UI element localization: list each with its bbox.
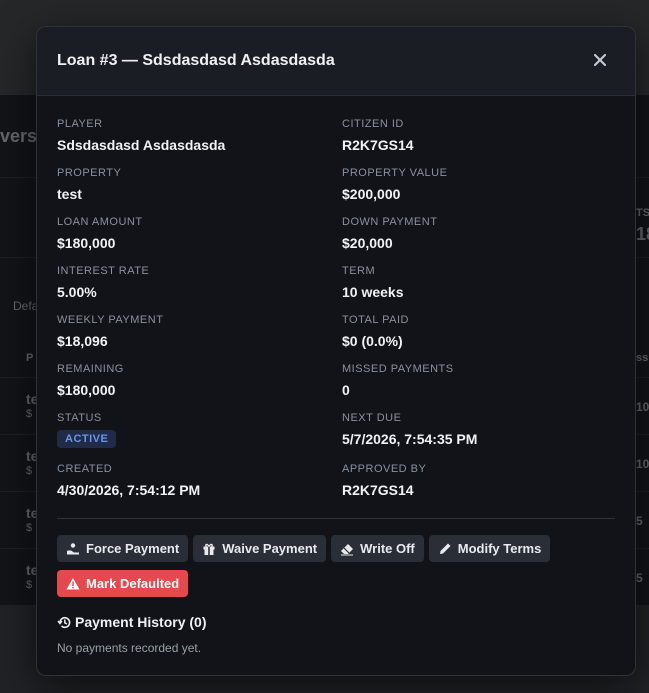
payment-history-title: Payment History (0)	[75, 614, 207, 630]
field-citizen-id: CITIZEN ID R2K7GS14	[342, 117, 617, 166]
write-off-button[interactable]: Write Off	[331, 535, 424, 562]
field-status: STATUS ACTIVE	[57, 411, 342, 462]
field-weekly-payment: WEEKLY PAYMENT $18,096	[57, 313, 342, 362]
divider	[57, 518, 615, 519]
field-value: test	[57, 186, 82, 202]
loan-actions: Force Payment Waive Payment Write Off Mo…	[57, 535, 617, 605]
hand-coin-icon	[67, 542, 79, 554]
warning-icon	[66, 577, 80, 589]
field-label: PLAYER	[57, 118, 103, 130]
field-created: CREATED 4/30/2026, 7:54:12 PM	[57, 462, 342, 511]
gift-icon	[203, 543, 215, 555]
button-label: Modify Terms	[457, 541, 542, 556]
field-label: TOTAL PAID	[342, 314, 409, 326]
loan-details-modal: Loan #3 — Sdsdasdasd Asdasdasda PLAYER S…	[36, 26, 636, 676]
field-label: NEXT DUE	[342, 412, 402, 424]
field-label: REMAINING	[57, 363, 124, 375]
field-label: INTEREST RATE	[57, 265, 150, 277]
field-label: PROPERTY	[57, 167, 122, 179]
field-label: LOAN AMOUNT	[57, 216, 143, 228]
field-value: R2K7GS14	[342, 137, 414, 153]
button-label: Mark Defaulted	[86, 576, 180, 591]
mark-defaulted-button[interactable]: Mark Defaulted	[57, 570, 189, 597]
modify-terms-button[interactable]: Modify Terms	[428, 535, 551, 562]
field-next-due: NEXT DUE 5/7/2026, 7:54:35 PM	[342, 411, 617, 462]
field-label: PROPERTY VALUE	[342, 167, 448, 179]
field-label: CREATED	[57, 463, 113, 475]
field-value: 4/30/2026, 7:54:12 PM	[57, 482, 201, 498]
field-remaining: REMAINING $180,000	[57, 362, 342, 411]
field-property: PROPERTY test	[57, 166, 342, 215]
field-approved-by: APPROVED BY R2K7GS14	[342, 462, 617, 511]
field-value: R2K7GS14	[342, 482, 414, 498]
field-label: STATUS	[57, 412, 102, 424]
payment-history-header: Payment History (0)	[57, 614, 206, 630]
field-label: WEEKLY PAYMENT	[57, 314, 164, 326]
field-value: $180,000	[57, 382, 116, 398]
close-button[interactable]	[589, 49, 611, 71]
field-value: 0	[342, 382, 350, 398]
field-value: 5/7/2026, 7:54:35 PM	[342, 431, 478, 447]
field-value: 10 weeks	[342, 284, 404, 300]
field-label: MISSED PAYMENTS	[342, 363, 454, 375]
payment-history-empty: No payments recorded yet.	[57, 641, 202, 655]
field-value: 5.00%	[57, 284, 97, 300]
field-loan-amount: LOAN AMOUNT $180,000	[57, 215, 342, 264]
pencil-icon	[439, 543, 451, 554]
field-down-payment: DOWN PAYMENT $20,000	[342, 215, 617, 264]
history-icon	[57, 616, 71, 628]
button-label: Write Off	[360, 541, 415, 556]
field-value: Sdsdasdasd Asdasdasda	[57, 137, 226, 153]
field-value: $180,000	[57, 235, 116, 251]
field-property-value: PROPERTY VALUE $200,000	[342, 166, 617, 215]
field-player: PLAYER Sdsdasdasd Asdasdasda	[57, 117, 342, 166]
close-icon	[593, 53, 607, 67]
field-term: TERM 10 weeks	[342, 264, 617, 313]
force-payment-button[interactable]: Force Payment	[57, 535, 189, 562]
field-interest-rate: INTEREST RATE 5.00%	[57, 264, 342, 313]
field-label: CITIZEN ID	[342, 118, 404, 130]
waive-payment-button[interactable]: Waive Payment	[193, 535, 327, 562]
loan-details-grid: PLAYER Sdsdasdasd Asdasdasda CITIZEN ID …	[57, 117, 617, 511]
button-label: Force Payment	[86, 541, 180, 556]
field-label: TERM	[342, 265, 376, 277]
field-value: $18,096	[57, 333, 108, 349]
field-total-paid: TOTAL PAID $0 (0.0%)	[342, 313, 617, 362]
field-value: $200,000	[342, 186, 401, 202]
status-badge: ACTIVE	[57, 430, 117, 448]
button-label: Waive Payment	[222, 541, 318, 556]
modal-header: Loan #3 — Sdsdasdasd Asdasdasda	[37, 27, 635, 96]
field-value: $0 (0.0%)	[342, 333, 403, 349]
field-missed-payments: MISSED PAYMENTS 0	[342, 362, 617, 411]
eraser-icon	[341, 543, 354, 555]
modal-title: Loan #3 — Sdsdasdasd Asdasdasda	[57, 52, 335, 69]
field-label: APPROVED BY	[342, 463, 427, 475]
field-value: $20,000	[342, 235, 393, 251]
field-label: DOWN PAYMENT	[342, 216, 438, 228]
